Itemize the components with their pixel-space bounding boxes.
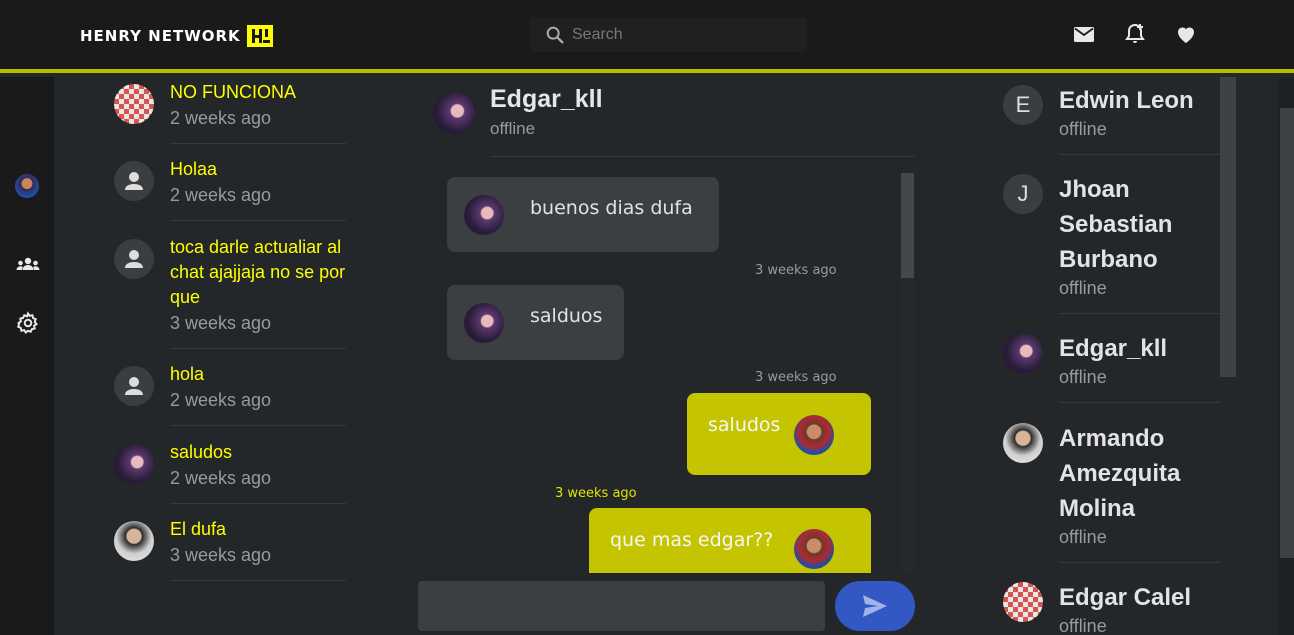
search-bar[interactable] bbox=[530, 18, 807, 52]
message-time: 3 weeks ago bbox=[555, 486, 637, 501]
send-button[interactable] bbox=[835, 581, 915, 631]
contacts-scrollbar-thumb[interactable] bbox=[1220, 77, 1236, 377]
sender-avatar bbox=[464, 303, 504, 343]
message-bubble-outgoing: que mas edgar?? bbox=[589, 508, 871, 573]
contact-item[interactable]: J Jhoan Sebastian Burbano offline bbox=[1003, 172, 1220, 314]
bell-plus-icon[interactable] bbox=[1123, 22, 1147, 46]
contact-avatar: E bbox=[1003, 85, 1043, 125]
conversation-title: El dufa bbox=[170, 519, 227, 539]
conversation-time: 2 weeks ago bbox=[170, 390, 272, 410]
message-text: que mas edgar?? bbox=[610, 529, 774, 551]
conversation-title: hola bbox=[170, 364, 205, 384]
header-actions bbox=[1072, 22, 1198, 46]
sender-avatar bbox=[464, 195, 504, 235]
contact-status: offline bbox=[1059, 616, 1107, 635]
message-time: 3 weeks ago bbox=[755, 263, 837, 278]
profile-avatar[interactable] bbox=[15, 174, 39, 198]
divider bbox=[490, 156, 915, 157]
conversation-time: 3 weeks ago bbox=[170, 313, 272, 333]
conversation-item[interactable]: toca darle actualiar al chat ajajjaja no… bbox=[114, 235, 346, 349]
heart-icon[interactable] bbox=[1174, 22, 1198, 46]
conversation-title: toca darle actualiar al chat ajajjaja no… bbox=[170, 237, 346, 307]
group-icon[interactable] bbox=[15, 252, 41, 278]
contact-name: Edgar Calel bbox=[1059, 584, 1192, 611]
conversation-item[interactable]: NO FUNCIONA 2 weeks ago bbox=[114, 80, 346, 144]
person-icon bbox=[114, 161, 154, 201]
search-input[interactable] bbox=[572, 26, 792, 44]
chat-contact-status: offline bbox=[490, 119, 536, 138]
mail-icon[interactable] bbox=[1072, 22, 1096, 46]
contact-avatar bbox=[1003, 582, 1043, 622]
contact-item[interactable]: Edgar_kll offline bbox=[1003, 331, 1220, 403]
photo-avatar bbox=[114, 444, 154, 484]
person-icon bbox=[114, 366, 154, 406]
message-text: salduos bbox=[530, 305, 603, 327]
contact-item[interactable]: Armando Amezquita Molina offline bbox=[1003, 421, 1220, 563]
message-text: saludos bbox=[708, 414, 781, 436]
contact-item[interactable]: E Edwin Leon offline bbox=[1003, 83, 1220, 155]
message-time: 3 weeks ago bbox=[755, 370, 837, 385]
conversation-time: 2 weeks ago bbox=[170, 108, 272, 128]
top-navbar: HENRY NETWORK bbox=[0, 0, 1294, 73]
contact-name: Edgar_kll bbox=[1059, 335, 1168, 362]
message-area[interactable]: buenos dias dufa 3 weeks ago salduos 3 w… bbox=[440, 173, 915, 573]
contact-item[interactable]: Edgar Calel offline bbox=[1003, 580, 1220, 635]
photo-avatar bbox=[114, 521, 154, 561]
brand-logo-icon bbox=[246, 25, 273, 47]
contact-name: Jhoan Sebastian Burbano bbox=[1059, 176, 1173, 273]
message-text: buenos dias dufa bbox=[530, 197, 693, 219]
contact-avatar bbox=[1003, 423, 1043, 463]
message-bubble-outgoing: saludos bbox=[687, 393, 871, 475]
conversation-item[interactable]: saludos 2 weeks ago bbox=[114, 440, 346, 504]
contact-status: offline bbox=[1059, 527, 1107, 547]
conversation-item[interactable]: hola 2 weeks ago bbox=[114, 362, 346, 426]
conversation-time: 2 weeks ago bbox=[170, 185, 272, 205]
contact-status: offline bbox=[1059, 119, 1107, 139]
contact-status: offline bbox=[1059, 367, 1107, 387]
contact-name: Edwin Leon bbox=[1059, 87, 1194, 114]
conversation-title: NO FUNCIONA bbox=[170, 82, 296, 102]
page-scrollbar-thumb[interactable] bbox=[1280, 108, 1294, 558]
conversation-time: 2 weeks ago bbox=[170, 468, 272, 488]
checker-avatar bbox=[114, 84, 154, 124]
search-icon bbox=[546, 26, 564, 44]
contact-avatar bbox=[1003, 333, 1043, 373]
conversation-item[interactable]: El dufa 3 weeks ago bbox=[114, 517, 346, 581]
conversation-time: 3 weeks ago bbox=[170, 545, 272, 565]
contact-status: offline bbox=[1059, 278, 1107, 298]
message-scrollbar-thumb[interactable] bbox=[901, 173, 914, 278]
brand-logo-link[interactable]: HENRY NETWORK bbox=[80, 25, 273, 47]
settings-icon[interactable] bbox=[15, 310, 41, 336]
conversation-title: Holaa bbox=[170, 159, 218, 179]
contact-name: Armando Amezquita Molina bbox=[1059, 425, 1181, 522]
sender-avatar bbox=[794, 529, 834, 569]
conversation-item[interactable]: Holaa 2 weeks ago bbox=[114, 157, 346, 221]
message-bubble-incoming: buenos dias dufa bbox=[447, 177, 719, 252]
message-input[interactable] bbox=[418, 581, 825, 631]
message-bubble-incoming: salduos bbox=[447, 285, 624, 360]
send-icon bbox=[863, 595, 887, 617]
contact-avatar: J bbox=[1003, 174, 1043, 214]
chat-contact-name: Edgar_kll bbox=[490, 85, 603, 113]
conversation-title: saludos bbox=[170, 442, 233, 462]
left-sidebar bbox=[0, 77, 54, 635]
brand-name: HENRY NETWORK bbox=[80, 27, 241, 45]
chat-contact-avatar bbox=[433, 92, 475, 134]
sender-avatar bbox=[794, 415, 834, 455]
person-icon bbox=[114, 239, 154, 279]
